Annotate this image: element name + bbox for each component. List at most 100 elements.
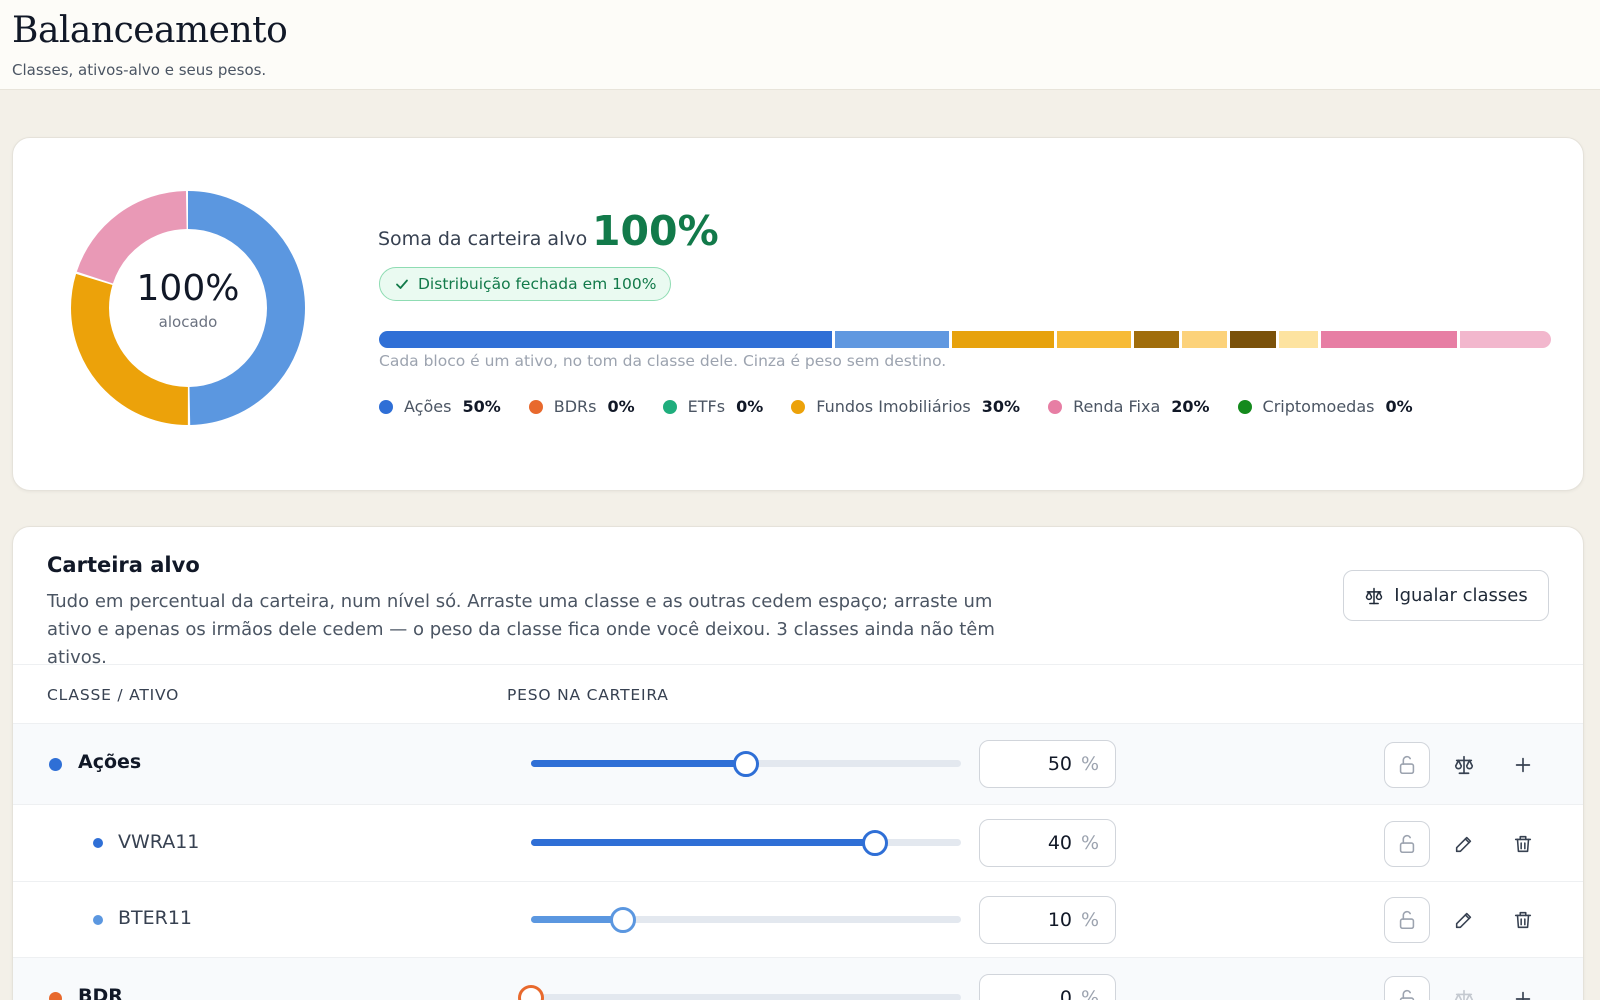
weight-value: 10 (1047, 909, 1072, 931)
equalize-classes-label: Igualar classes (1394, 585, 1528, 606)
lock-button[interactable] (1384, 897, 1430, 943)
edit-asset-button[interactable] (1441, 821, 1487, 867)
lock-button[interactable] (1384, 976, 1430, 1000)
weight-value: 0 (1059, 987, 1072, 1000)
legend-dot (528, 399, 543, 414)
class-weight-slider[interactable] (523, 749, 963, 779)
scale-icon (1366, 587, 1383, 604)
weight-unit: % (1080, 987, 1099, 1000)
slider-fill (531, 760, 746, 767)
allocation-bar (379, 331, 1551, 348)
legend-dot (1237, 399, 1252, 414)
class-label: Ações (78, 751, 142, 773)
lock-button[interactable] (1384, 742, 1430, 788)
lock-button[interactable] (1384, 821, 1430, 867)
class-weight-input[interactable]: 50 % (979, 740, 1116, 788)
class-weight-slider[interactable] (518, 983, 963, 1000)
page-title: Balanceamento (12, 10, 288, 51)
legend-item-fundos-imobiliarios: Fundos Imobiliários 30% (791, 397, 1020, 416)
status-text: Distribuição fechada em 100% (418, 275, 657, 293)
legend-dot (379, 399, 393, 414)
equalize-classes-button[interactable]: Igualar classes (1343, 570, 1549, 621)
scale-icon (1454, 989, 1474, 1000)
trash-icon (1514, 911, 1532, 929)
section-title: Carteira alvo (47, 553, 200, 577)
slider-thumb[interactable] (733, 751, 759, 777)
legend-pct: 0% (607, 397, 635, 416)
slider-track (531, 994, 961, 1000)
table-header: CLASSE / ATIVO PESO NA CARTEIRA (13, 664, 1583, 724)
asset-label: BTER11 (118, 907, 193, 929)
weight-unit: % (1080, 832, 1099, 854)
allocation-note: Cada bloco é um ativo, no tom da classe … (379, 352, 947, 370)
legend-pct: 0% (736, 397, 764, 416)
legend-name: Fundos Imobiliários (816, 397, 971, 416)
check-icon (396, 279, 408, 289)
asset-weight-slider[interactable] (523, 828, 963, 858)
class-color-dot (49, 992, 62, 1000)
legend-item-bdrs: BDRs 0% (528, 397, 635, 416)
allocation-summary-card: 100% alocado Soma da carteira alvo 100% … (12, 137, 1584, 491)
weight-value: 40 (1047, 832, 1072, 854)
donut-value: 100% (136, 268, 240, 309)
slider-thumb[interactable] (610, 907, 637, 933)
unlock-icon (1399, 834, 1415, 854)
asset-label: VWRA11 (118, 831, 200, 853)
legend-item-etfs: ETFs 0% (662, 397, 764, 416)
add-asset-button[interactable] (1500, 976, 1546, 1000)
allocation-segment (379, 331, 833, 348)
unlock-icon (1399, 755, 1415, 775)
sum-label: Soma da carteira alvo (378, 228, 588, 250)
class-row-acoes: Ações 50 % (13, 724, 1583, 805)
legend-name: BDRs (553, 397, 597, 416)
allocation-segment (1056, 331, 1131, 348)
edit-asset-button[interactable] (1441, 897, 1487, 943)
scale-icon (1454, 755, 1474, 775)
weight-unit: % (1080, 909, 1099, 931)
class-color-dot (49, 758, 62, 771)
legend-dot (1048, 399, 1063, 414)
legend-name: Criptomoedas (1262, 397, 1375, 416)
asset-row-vwra11: VWRA11 40 % (13, 805, 1583, 882)
legend-item-renda-fixa: Renda Fixa 20% (1048, 397, 1210, 416)
donut-caption: alocado (158, 313, 218, 331)
unlock-icon (1399, 989, 1415, 1000)
weight-unit: % (1080, 753, 1099, 775)
legend-pct: 50% (462, 397, 501, 416)
column-header-weight: PESO NA CARTEIRA (507, 686, 669, 704)
add-asset-button[interactable] (1500, 742, 1546, 788)
delete-asset-button[interactable] (1500, 897, 1546, 943)
slider-thumb[interactable] (862, 830, 888, 856)
legend-name: Ações (404, 397, 452, 416)
slider-thumb[interactable] (518, 985, 544, 1000)
allocation-segment (1230, 331, 1276, 348)
page-subtitle: Classes, ativos-alvo e seus pesos. (12, 61, 267, 79)
asset-color-dot (93, 915, 103, 925)
legend-item-acoes: Ações 50% (379, 397, 501, 416)
class-legend: Ações 50% BDRs 0% ETFs 0% Fundos Imobili… (379, 397, 1441, 416)
class-weight-input[interactable]: 0 % (979, 974, 1116, 1000)
asset-color-dot (93, 838, 103, 848)
allocation-segment (1460, 331, 1551, 348)
legend-pct: 30% (981, 397, 1021, 416)
pencil-icon (1455, 912, 1472, 929)
plus-icon (1515, 757, 1531, 773)
equalize-assets-button[interactable] (1441, 742, 1487, 788)
column-header-class-asset: CLASSE / ATIVO (47, 686, 180, 704)
asset-weight-input[interactable]: 10 % (979, 896, 1116, 944)
asset-weight-input[interactable]: 40 % (979, 819, 1116, 867)
status-badge: Distribuição fechada em 100% (379, 267, 672, 301)
asset-weight-slider[interactable] (523, 905, 963, 935)
unlock-icon (1399, 910, 1415, 930)
legend-dot (662, 399, 677, 414)
slider-fill (531, 839, 875, 846)
delete-asset-button[interactable] (1500, 821, 1546, 867)
plus-icon (1515, 991, 1531, 1000)
legend-name: Renda Fixa (1073, 397, 1161, 416)
class-row-bdr: BDR 0 % (13, 958, 1583, 1000)
legend-dot (791, 399, 806, 414)
legend-pct: 20% (1171, 397, 1210, 416)
equalize-assets-button[interactable] (1441, 976, 1487, 1000)
allocation-segment (1278, 331, 1319, 348)
legend-pct: 0% (1385, 397, 1413, 416)
